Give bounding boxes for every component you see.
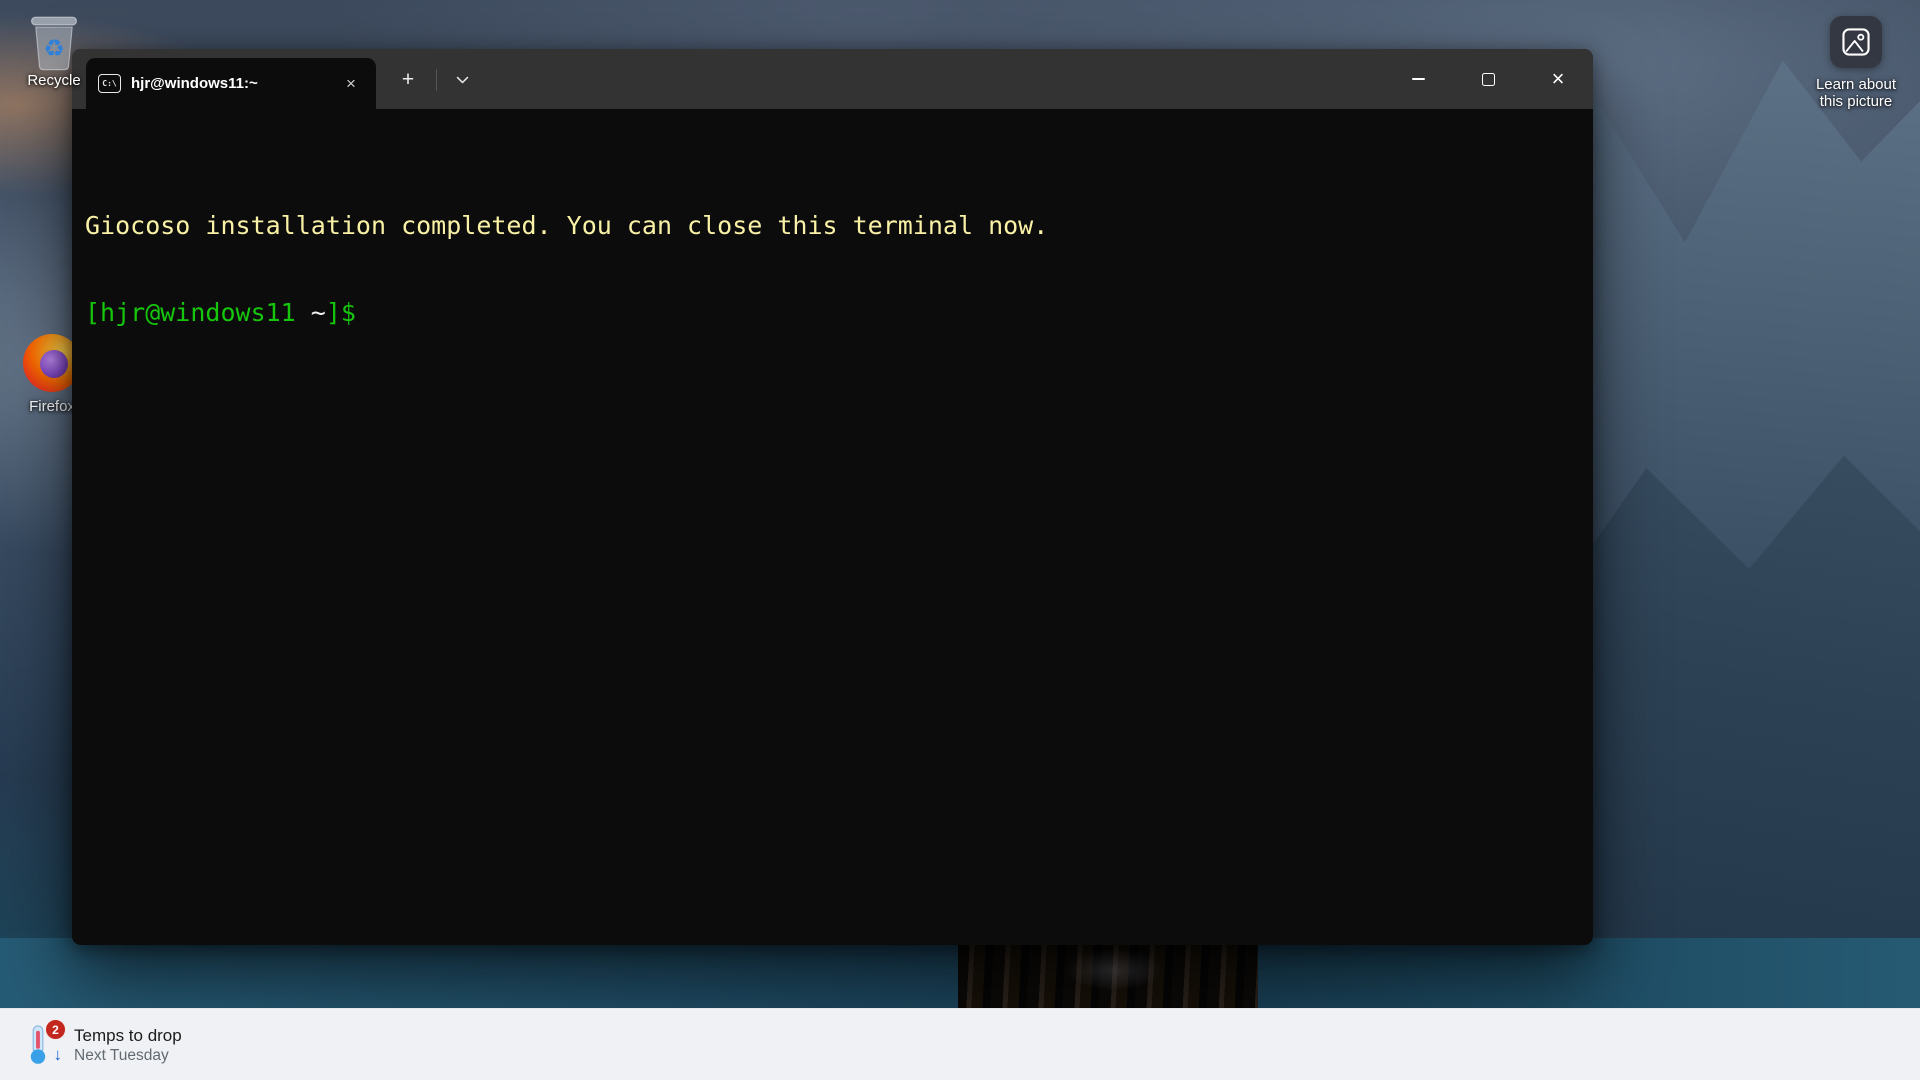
terminal-output-line: Giocoso installation completed. You can … xyxy=(85,211,1049,240)
divider xyxy=(436,69,437,91)
chevron-down-icon xyxy=(456,76,468,84)
desktop-icon-label: Learn about xyxy=(1815,76,1897,93)
tab-dropdown-button[interactable] xyxy=(444,63,480,97)
minimize-icon xyxy=(1411,78,1425,80)
prompt-user-host: [hjr@windows11 xyxy=(85,298,311,327)
thermometer-falling-icon: 2 ↓ xyxy=(26,1019,66,1067)
tab-title: hjr@windows11:~ xyxy=(131,75,258,92)
minimize-button[interactable] xyxy=(1383,49,1453,109)
desktop-icon-label: this picture xyxy=(1819,93,1893,110)
prompt-home: ~ xyxy=(310,298,326,327)
picture-icon xyxy=(1830,16,1882,68)
new-tab-button[interactable]: + xyxy=(390,63,426,97)
taskbar: 2 ↓ Temps to drop Next Tuesday Search xyxy=(0,1008,1920,1080)
wallpaper-wooden-structure xyxy=(958,938,1258,1008)
tab-close-icon[interactable]: × xyxy=(338,71,364,97)
prompt-symbol: ]$ xyxy=(325,298,356,327)
arrow-down-icon: ↓ xyxy=(53,1045,63,1064)
desktop-icon-learn-about-picture[interactable]: Learn about this picture xyxy=(1798,16,1914,110)
terminal-content[interactable]: Giocoso installation completed. You can … xyxy=(72,109,1593,945)
terminal-tab-bar[interactable]: C:\ hjr@windows11:~ × + × xyxy=(72,49,1593,109)
desktop-icon-recycle-bin[interactable]: ♻ Recycle xyxy=(6,10,102,89)
close-button[interactable]: × xyxy=(1523,49,1593,109)
weather-subline: Next Tuesday xyxy=(74,1046,169,1064)
terminal-tab[interactable]: C:\ hjr@windows11:~ × xyxy=(86,58,376,109)
maximize-icon xyxy=(1481,72,1495,86)
terminal-prompt-line: [hjr@windows11 ~]$ xyxy=(85,298,1580,327)
weather-widget[interactable]: 2 ↓ Temps to drop Next Tuesday xyxy=(16,1015,192,1075)
weather-headline: Temps to drop xyxy=(74,1025,182,1045)
weather-badge: 2 xyxy=(45,1019,66,1040)
maximize-button[interactable] xyxy=(1453,49,1523,109)
recycle-bin-icon: ♻ xyxy=(26,10,82,72)
desktop-icon-label: Recycle xyxy=(27,72,81,89)
close-icon: × xyxy=(1551,66,1565,91)
desktop: ♻ Recycle Firefox Learn about this pictu… xyxy=(0,0,1920,1080)
svg-text:♻: ♻ xyxy=(43,35,64,62)
window-caption-controls: × xyxy=(1383,49,1593,109)
terminal-window: C:\ hjr@windows11:~ × + × Giocoso instal… xyxy=(72,49,1593,945)
